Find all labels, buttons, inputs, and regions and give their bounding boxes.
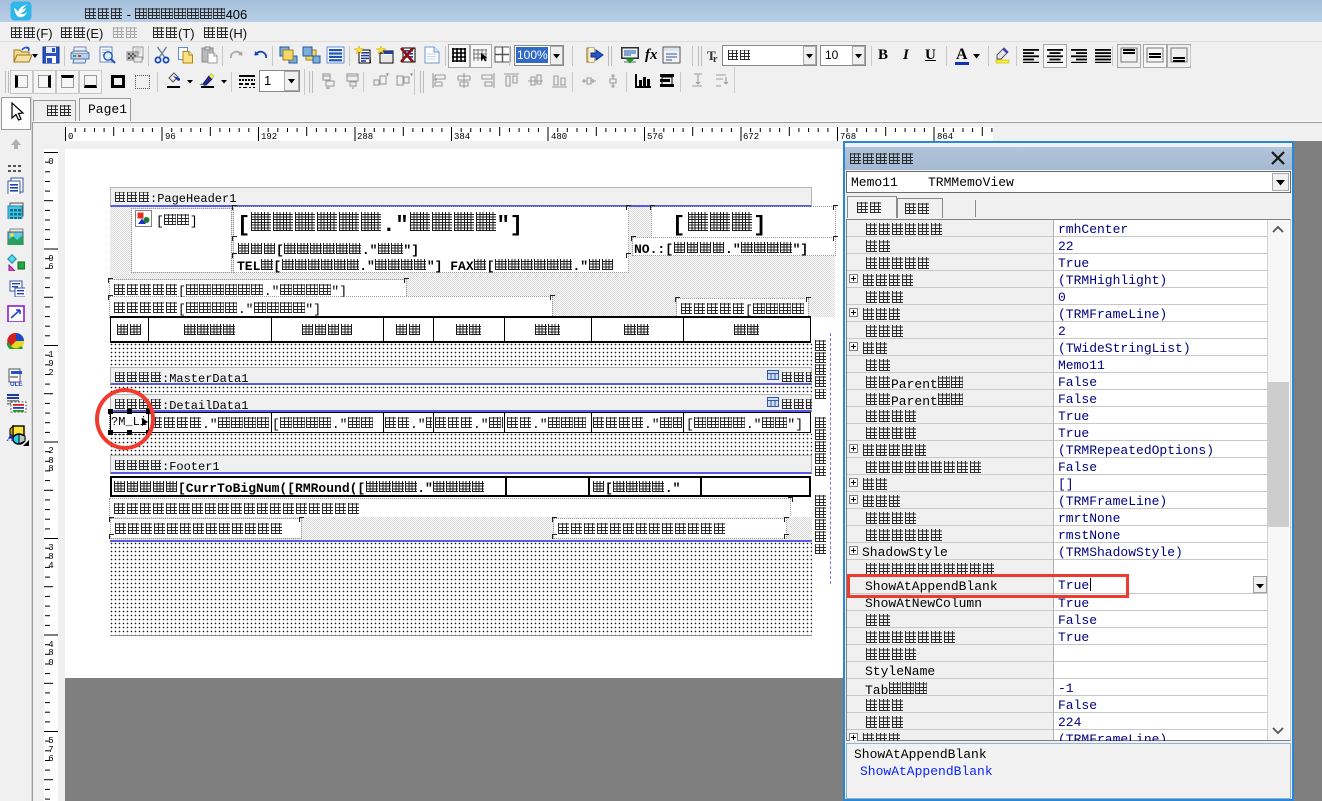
svg-text:8: 8: [48, 464, 53, 474]
svg-text:768: 768: [840, 132, 856, 141]
svg-text:288: 288: [357, 132, 373, 141]
svg-text:0: 0: [48, 157, 53, 167]
svg-text:2: 2: [48, 446, 53, 456]
svg-text:576: 576: [647, 132, 663, 141]
svg-text:A: A: [6, 432, 14, 444]
svg-text:6: 6: [48, 262, 53, 272]
svg-text:0: 0: [48, 658, 53, 668]
svg-text:OLE: OLE: [10, 382, 22, 386]
svg-text:r: r: [713, 54, 718, 63]
svg-text:96: 96: [165, 132, 176, 141]
svg-text:8: 8: [48, 648, 53, 658]
svg-text:672: 672: [743, 132, 759, 141]
svg-text:4: 4: [48, 561, 53, 571]
svg-text:192: 192: [261, 132, 277, 141]
svg-text:6: 6: [48, 754, 53, 764]
svg-text:2: 2: [48, 368, 53, 378]
svg-text:384: 384: [454, 132, 470, 141]
svg-text:0: 0: [68, 132, 73, 141]
svg-text:480: 480: [551, 132, 567, 141]
svg-text:864: 864: [937, 132, 953, 141]
